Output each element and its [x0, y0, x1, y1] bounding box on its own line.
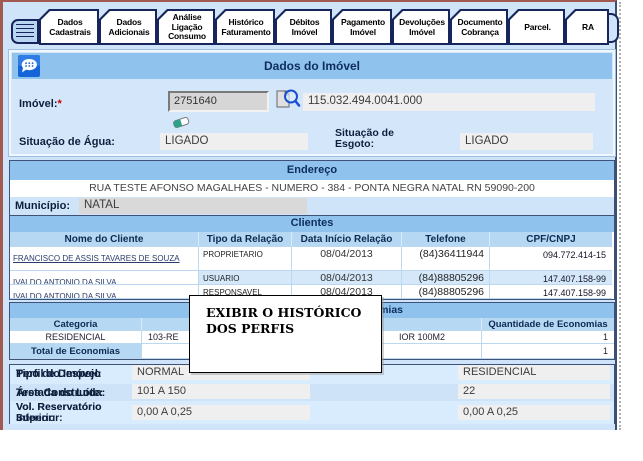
economia-categoria: RESIDENCIAL — [10, 331, 142, 344]
tab-stack-icon[interactable] — [11, 19, 39, 44]
tab-ra[interactable]: RA — [565, 9, 609, 45]
tab-dados-cadastrais[interactable]: Dados Cadastrais — [39, 9, 99, 45]
table-row: IVALDO ANTONIO DA SILVA USUARIO 08/04/20… — [10, 271, 612, 285]
vol-reservatorio-superior-label: Vol. Reservatório Superior: — [16, 402, 128, 424]
col-categoria: Categoria — [10, 318, 142, 331]
tab-pagamento-imovel[interactable]: Pagamento Imóvel — [332, 9, 392, 45]
client-tipo: USUARIO — [199, 271, 292, 285]
testada-lote-field: 22 — [458, 384, 610, 399]
client-telefone: (84)88805296 — [402, 285, 490, 299]
client-cpf: 094.772.414-15 — [490, 247, 612, 271]
client-tipo: PROPRIETARIO — [199, 247, 292, 271]
tooltip-exibir-historico-perfis: EXIBIR O HISTÓRICO DOS PERFIS — [189, 295, 382, 373]
panel-header-band: Dados do Imóvel — [12, 53, 612, 79]
property-data-window: Dados Cadastrais Dados Adicionais Anális… — [0, 0, 643, 461]
tab-historico-faturamento[interactable]: Histórico Faturamento — [215, 9, 275, 45]
area-construida-field: 101 A 150 — [132, 384, 310, 399]
tipo-despejo-field: RESIDENCIAL — [458, 365, 610, 380]
client-telefone: (84)36411944 — [402, 247, 490, 271]
client-name-link[interactable]: IVALDO ANTONIO DA SILVA — [13, 292, 116, 299]
section-endereco: Endereço RUA TESTE AFONSO MAGALHAES - NU… — [9, 160, 615, 217]
section-clientes: Clientes Nome do Cliente Tipo da Relação… — [9, 215, 615, 300]
testada-lote-label: Testada do Lote: — [16, 387, 103, 399]
col-nome-do-cliente: Nome do Cliente — [10, 232, 199, 247]
tab-analise-ligacao-consumo[interactable]: Análise Ligação Consumo — [157, 9, 215, 45]
tab-dados-adicionais[interactable]: Dados Adicionais — [99, 9, 157, 45]
search-imovel-icon[interactable] — [275, 86, 301, 117]
tipo-despejo-label: Tipo de Despejo — [16, 368, 101, 380]
col-quantidade-economias: Quantidade de Economias — [482, 318, 614, 331]
economia-quantidade: 1 — [482, 331, 614, 344]
vol-reservatorio-inferior-field: 0,00 A 0,25 — [132, 405, 310, 420]
detalhes-row: Vol. Reservatório Inferior: 0,00 A 0,25 … — [10, 401, 614, 424]
clientes-header-row: Nome do Cliente Tipo da Relação Data Iní… — [10, 232, 612, 247]
client-cpf: 147.407.158-99 — [490, 285, 612, 299]
client-cpf: 147.407.158-99 — [490, 271, 612, 285]
total-economias-label: Total de Economias — [10, 344, 142, 359]
situacao-esgoto-label: Situação de Esgoto: — [335, 128, 430, 150]
situacao-esgoto-field: LIGADO — [460, 133, 593, 150]
tab-documento-cobranca[interactable]: Documento Cobrança — [450, 9, 508, 45]
situacao-agua-field: LIGADO — [160, 133, 308, 150]
endereco-title: Endereço — [10, 161, 614, 180]
col-telefone: Telefone — [402, 232, 490, 247]
municipio-label: Município: — [15, 200, 70, 212]
municipio-row: Município: NATAL — [10, 197, 614, 216]
panel-dados-do-imovel: Dados do Imóvel Imóvel:* 2751640 115.032… — [9, 50, 615, 156]
clientes-title: Clientes — [10, 216, 614, 232]
client-data-inicio: 08/04/2013 — [292, 271, 402, 285]
eraser-icon[interactable] — [171, 114, 191, 135]
tab-parcelamento[interactable]: Parcel. — [508, 9, 565, 45]
client-name-link[interactable]: IVALDO ANTONIO DA SILVA — [13, 278, 116, 285]
imovel-inscricao-field: 115.032.494.0041.000 — [303, 93, 595, 111]
section-detalhes-imovel: Perfil do Imóvel: NORMAL Tipo de Despejo… — [9, 364, 615, 424]
page-content: Dados Cadastrais Dados Adicionais Anális… — [0, 0, 617, 430]
imovel-label: Imóvel:* — [19, 98, 62, 110]
col-tipo-da-relacao: Tipo da Relação — [199, 232, 292, 247]
municipio-field: NATAL — [79, 198, 307, 214]
panel-title: Dados do Imóvel — [12, 59, 612, 73]
table-row: FRANCISCO DE ASSIS TAVARES DE SOUZA PROP… — [10, 247, 612, 271]
col-cpf-cnpj: CPF/CNPJ — [490, 232, 612, 247]
tab-bar: Dados Cadastrais Dados Adicionais Anális… — [11, 8, 619, 45]
imovel-matricula-input[interactable]: 2751640 — [168, 91, 269, 112]
client-data-inicio: 08/04/2013 — [292, 247, 402, 271]
required-asterisk: * — [58, 98, 62, 110]
vol-reservatorio-superior-field: 0,00 A 0,25 — [458, 405, 610, 420]
client-telefone: (84)88805296 — [402, 271, 490, 285]
tab-overflow-edge — [609, 13, 619, 43]
tab-devolucoes-imovel[interactable]: Devoluções Imóvel — [392, 9, 450, 45]
situacao-agua-label: Situação de Água: — [19, 136, 115, 148]
tab-debitos-imovel[interactable]: Débitos Imóvel — [275, 9, 332, 45]
col-data-inicio-relacao: Data Início Relação — [292, 232, 402, 247]
endereco-address: RUA TESTE AFONSO MAGALHAES - NUMERO - 38… — [10, 180, 614, 197]
client-name-link[interactable]: FRANCISCO DE ASSIS TAVARES DE SOUZA — [13, 254, 180, 264]
total-economias-value: 1 — [482, 344, 614, 359]
detalhes-row: Área Construída: 101 A 150 Testada do Lo… — [10, 384, 614, 401]
